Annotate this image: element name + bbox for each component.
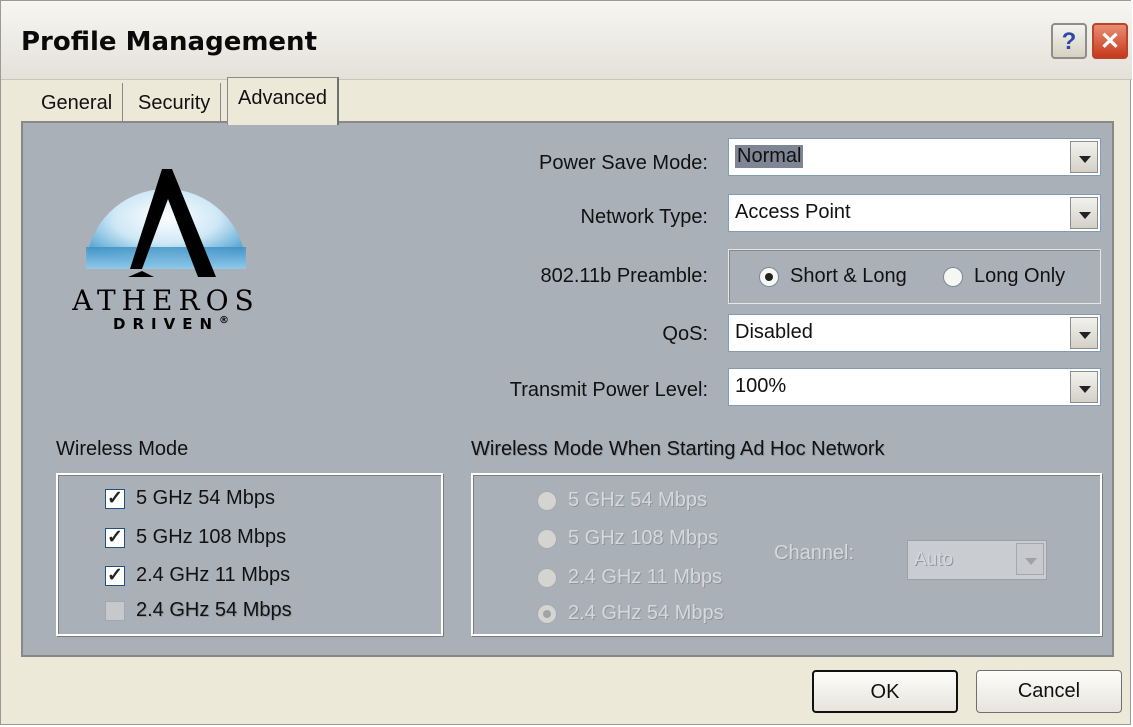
logo-tagline: DRIVEN® bbox=[113, 315, 229, 333]
preamble-short-long-radio[interactable] bbox=[759, 267, 779, 287]
channel-label: Channel: bbox=[774, 542, 855, 564]
power-save-mode-label: Power Save Mode: bbox=[539, 152, 708, 174]
chevron-down-icon[interactable] bbox=[1070, 197, 1098, 229]
wireless-mode-checkbox-5ghz-54[interactable] bbox=[105, 487, 125, 510]
wireless-mode-label-24ghz-54: 2.4 GHz 54 Mbps bbox=[136, 599, 292, 621]
preamble-long-only-label[interactable]: Long Only bbox=[974, 265, 1065, 288]
adhoc-label-5ghz-108: 5 GHz 108 Mbps bbox=[568, 527, 719, 549]
power-save-mode-select[interactable]: Normal bbox=[728, 138, 1101, 176]
transmit-power-select[interactable]: 100% bbox=[728, 368, 1101, 406]
adhoc-label-24ghz-54: 2.4 GHz 54 Mbps bbox=[568, 602, 724, 624]
transmit-power-value: 100% bbox=[735, 375, 787, 397]
tab-security[interactable]: Security bbox=[128, 83, 222, 123]
channel-value: Auto bbox=[914, 549, 954, 570]
wireless-mode-label-5ghz-54[interactable]: 5 GHz 54 Mbps bbox=[136, 487, 275, 510]
adhoc-radio-5ghz-108 bbox=[537, 529, 557, 549]
adhoc-radio-5ghz-54 bbox=[537, 491, 557, 511]
chevron-down-icon[interactable] bbox=[1070, 141, 1098, 173]
wireless-mode-checkbox-24ghz-54 bbox=[105, 601, 125, 621]
wireless-mode-label-24ghz-11[interactable]: 2.4 GHz 11 Mbps bbox=[136, 564, 290, 587]
help-icon[interactable]: ? bbox=[1051, 23, 1087, 59]
adhoc-radio-24ghz-11 bbox=[537, 568, 557, 588]
tab-advanced[interactable]: Advanced bbox=[227, 77, 339, 125]
adhoc-label-5ghz-54: 5 GHz 54 Mbps bbox=[568, 489, 707, 511]
transmit-power-label: Transmit Power Level: bbox=[509, 379, 708, 401]
qos-label: QoS: bbox=[662, 323, 708, 345]
qos-select[interactable]: Disabled bbox=[728, 314, 1101, 352]
preamble-long-only-radio[interactable] bbox=[943, 267, 963, 287]
network-type-select[interactable]: Access Point bbox=[728, 194, 1101, 232]
chevron-down-icon bbox=[1016, 543, 1044, 575]
wireless-mode-checkbox-24ghz-11[interactable] bbox=[105, 564, 125, 587]
preamble-label: 802.11b Preamble: bbox=[540, 265, 708, 287]
channel-select: Auto bbox=[907, 540, 1047, 580]
logo-wordmark: ATHEROS bbox=[72, 284, 260, 317]
chevron-down-icon[interactable] bbox=[1070, 317, 1098, 349]
wireless-mode-label-5ghz-108[interactable]: 5 GHz 108 Mbps bbox=[136, 526, 286, 549]
wireless-mode-checkbox-5ghz-108[interactable] bbox=[105, 526, 125, 549]
adhoc-radio-24ghz-54 bbox=[537, 604, 557, 624]
preamble-radio-group: Short & Long Long Only bbox=[728, 249, 1101, 304]
qos-value: Disabled bbox=[735, 321, 813, 343]
wireless-mode-label: Wireless Mode bbox=[56, 438, 189, 460]
network-type-value: Access Point bbox=[735, 201, 851, 223]
adhoc-label-24ghz-11: 2.4 GHz 11 Mbps bbox=[568, 566, 723, 588]
profile-management-dialog: Profile Management ? ✕ General Security … bbox=[0, 0, 1132, 725]
ok-button[interactable]: OK bbox=[812, 670, 958, 713]
adhoc-mode-label: Wireless Mode When Starting Ad Hoc Netwo… bbox=[471, 438, 885, 460]
close-icon[interactable]: ✕ bbox=[1092, 23, 1128, 59]
tab-general[interactable]: General bbox=[31, 83, 124, 123]
dialog-title: Profile Management bbox=[21, 27, 317, 57]
preamble-short-long-label[interactable]: Short & Long bbox=[790, 265, 907, 288]
chevron-down-icon[interactable] bbox=[1070, 371, 1098, 403]
power-save-mode-value: Normal bbox=[735, 145, 804, 168]
cancel-button[interactable]: Cancel bbox=[976, 670, 1122, 713]
network-type-label: Network Type: bbox=[580, 206, 708, 228]
title-bar[interactable]: Profile Management ? ✕ bbox=[1, 1, 1132, 80]
